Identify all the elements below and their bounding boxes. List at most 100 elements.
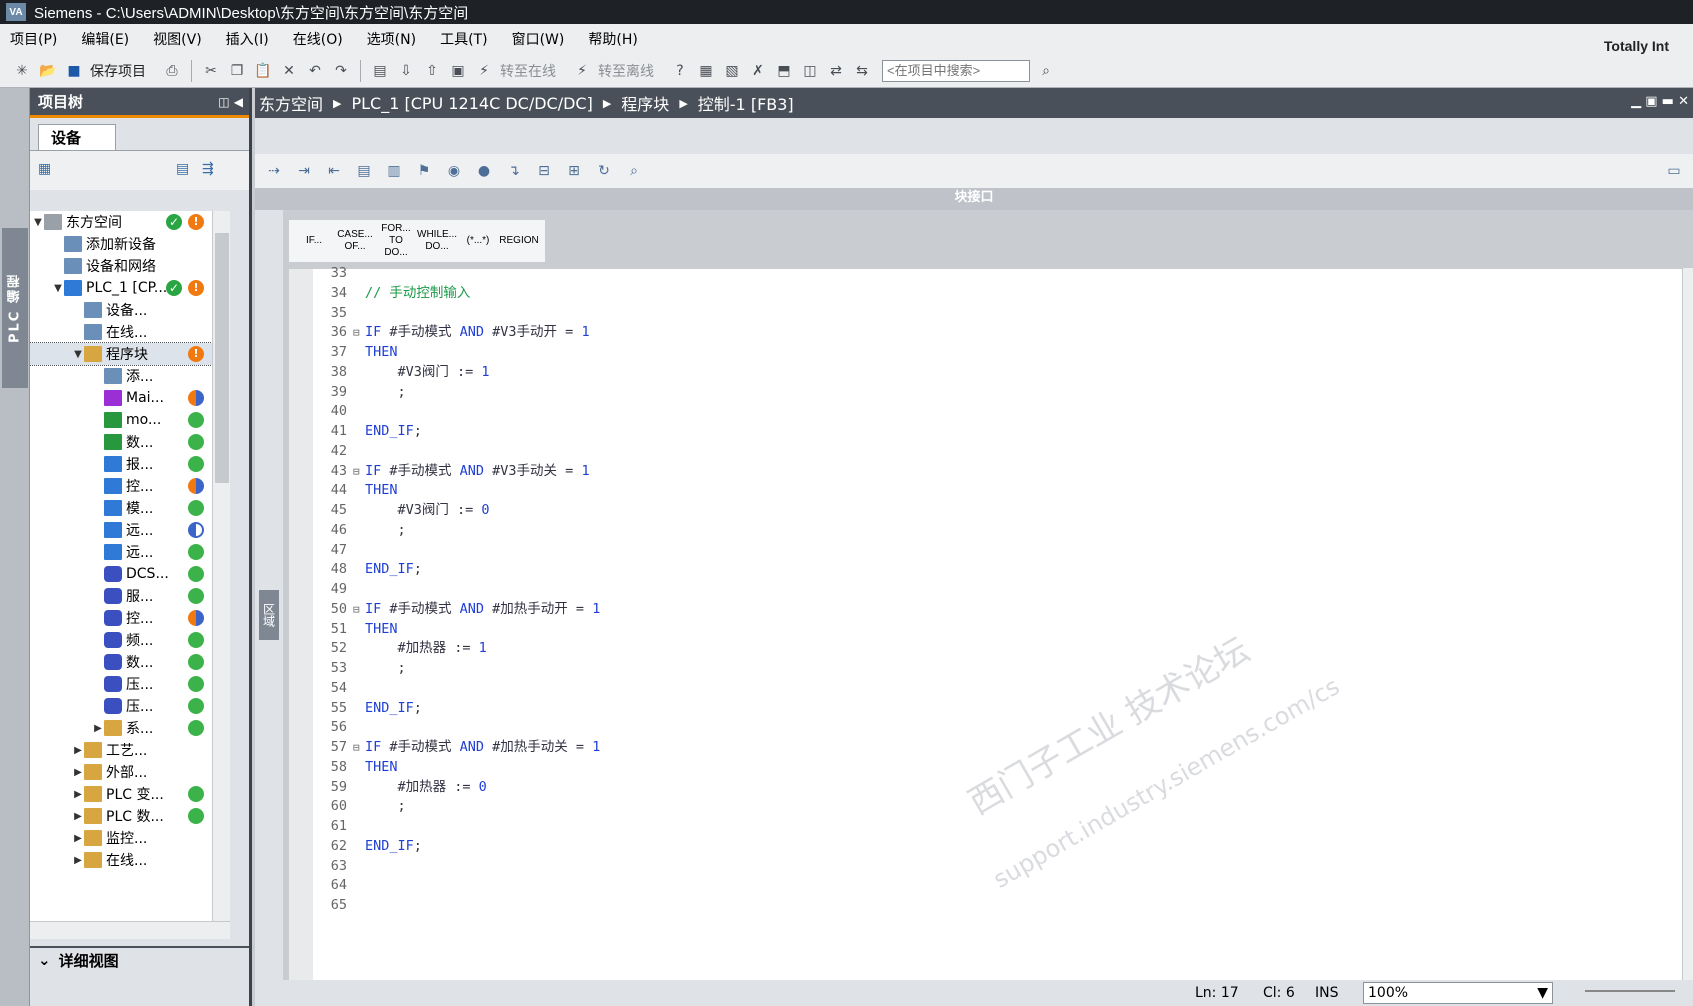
code-line[interactable]: 56: [313, 717, 365, 738]
code-line[interactable]: 57 ⊟ IF #手动模式 AND #加热手动关 = 1: [313, 737, 601, 758]
tree-item[interactable]: ▶ 外部...: [30, 761, 230, 783]
bookmark-icon[interactable]: ⚑: [413, 160, 435, 182]
detail-view-header[interactable]: ⌄ 详细视图: [30, 946, 249, 972]
code-line[interactable]: 62 END_IF;: [313, 836, 422, 857]
code-line[interactable]: 39 ;: [313, 382, 406, 403]
tree-item[interactable]: ▶ 系...: [30, 717, 230, 739]
code-line[interactable]: 43 ⊟ IF #手动模式 AND #V3手动关 = 1: [313, 461, 590, 482]
devices-tab[interactable]: 设备: [38, 124, 116, 150]
indent-icon[interactable]: ⇥: [293, 160, 315, 182]
compile-icon[interactable]: ▤: [370, 61, 390, 81]
menu-insert[interactable]: 插入(I): [226, 29, 269, 49]
save-icon[interactable]: ■: [64, 61, 84, 81]
code-line[interactable]: 50 ⊟ IF #手动模式 AND #加热手动开 = 1: [313, 599, 601, 620]
zoom-slider[interactable]: [1585, 990, 1675, 992]
compare-icon[interactable]: ⇄: [826, 61, 846, 81]
copy-icon[interactable]: ❐: [227, 61, 247, 81]
tree-add-icon[interactable]: ▦: [38, 161, 58, 181]
tree-item[interactable]: 频...: [30, 629, 230, 651]
code-line[interactable]: 59 #加热器 := 0: [313, 777, 487, 798]
cut-icon[interactable]: ✂: [201, 61, 221, 81]
tree-item[interactable]: 远...: [30, 541, 230, 563]
breadcrumb-plc[interactable]: PLC_1 [CPU 1214C DC/DC/DC]: [351, 94, 592, 113]
monitor-icon[interactable]: ◉: [443, 160, 465, 182]
code-line[interactable]: 55 END_IF;: [313, 698, 422, 719]
editor-vertical-scrollbar[interactable]: [1682, 268, 1693, 980]
breakpoint-icon[interactable]: ●: [473, 160, 495, 182]
collapsed-arrow-icon[interactable]: ▶: [72, 789, 84, 800]
tree-item[interactable]: 设备...: [30, 299, 230, 321]
accessible-devices-icon[interactable]: ?: [670, 61, 690, 81]
unfold-icon[interactable]: ⊞: [563, 160, 585, 182]
go-online-icon[interactable]: ⚡: [474, 61, 494, 81]
code-line[interactable]: 63: [313, 856, 365, 877]
snippet-case[interactable]: CASE... OF...: [336, 223, 374, 259]
uncomment-icon[interactable]: ▥: [383, 160, 405, 182]
tree-item[interactable]: 控...: [30, 607, 230, 629]
code-line[interactable]: 35: [313, 303, 365, 324]
menu-project[interactable]: 项目(P): [10, 29, 57, 49]
menu-help[interactable]: 帮助(H): [588, 29, 637, 49]
outdent-icon[interactable]: ⇤: [323, 160, 345, 182]
paste-icon[interactable]: 📋: [253, 61, 273, 81]
tree-item[interactable]: 添...: [30, 365, 230, 387]
download-icon[interactable]: ⇩: [396, 61, 416, 81]
fold-toggle-icon[interactable]: ⊟: [353, 461, 365, 482]
tree-item[interactable]: 报...: [30, 453, 230, 475]
window-controls[interactable]: ▁ ▣ ▬ ✕: [1631, 94, 1689, 109]
code-line[interactable]: 51 THEN: [313, 619, 398, 640]
tree-horizontal-scrollbar[interactable]: [30, 921, 230, 939]
block-interface-bar[interactable]: 块接口: [255, 188, 1693, 210]
expanded-arrow-icon[interactable]: ▼: [52, 283, 64, 294]
tree-view-overview-icon[interactable]: ⇶: [202, 161, 222, 181]
code-line[interactable]: 49: [313, 579, 365, 600]
collapsed-arrow-icon[interactable]: ▶: [92, 723, 104, 734]
tree-item[interactable]: 数...: [30, 431, 230, 453]
collapsed-arrow-icon[interactable]: ▶: [72, 811, 84, 822]
project-search-input[interactable]: [882, 59, 1030, 82]
zoom-select[interactable]: 100% ▼: [1363, 982, 1553, 1004]
code-line[interactable]: 58 THEN: [313, 757, 398, 778]
code-line[interactable]: 60 ;: [313, 796, 406, 817]
cross-reference-icon[interactable]: ✗: [748, 61, 768, 81]
expanded-arrow-icon[interactable]: ▼: [32, 217, 44, 228]
find-icon[interactable]: ⌕: [623, 160, 645, 182]
collapse-panel-icon[interactable]: ◫ ◀: [218, 95, 243, 109]
collapsed-arrow-icon[interactable]: ▶: [72, 855, 84, 866]
save-project-button[interactable]: 保存项目: [90, 61, 146, 81]
code-line[interactable]: 33: [313, 263, 365, 284]
tree-item[interactable]: 数...: [30, 651, 230, 673]
simulation-icon[interactable]: ▣: [448, 61, 468, 81]
code-line[interactable]: 34 // 手动控制输入: [313, 283, 471, 304]
split-vertical-icon[interactable]: ◫: [800, 61, 820, 81]
tree-item[interactable]: 压...: [30, 695, 230, 717]
tree-item[interactable]: ▼ PLC_1 [CP... ✓!: [30, 277, 230, 299]
code-line[interactable]: 46 ;: [313, 520, 406, 541]
snippet-comment[interactable]: (*...*): [459, 223, 497, 259]
insert-network-icon[interactable]: ⇢: [263, 160, 285, 182]
code-line[interactable]: 37 THEN: [313, 342, 398, 363]
snippet-while[interactable]: WHILE... DO...: [417, 223, 457, 259]
tree-item[interactable]: 控...: [30, 475, 230, 497]
fold-icon[interactable]: ⊟: [533, 160, 555, 182]
code-line[interactable]: 61: [313, 816, 365, 837]
tree-item[interactable]: DCS...: [30, 563, 230, 585]
tree-item[interactable]: 模...: [30, 497, 230, 519]
scroll-thumb[interactable]: [215, 233, 229, 483]
tree-item[interactable]: 远...: [30, 519, 230, 541]
code-line[interactable]: 45 #V3阀门 := 0: [313, 500, 490, 521]
tree-item[interactable]: 在线...: [30, 321, 230, 343]
code-line[interactable]: 47: [313, 540, 365, 561]
breadcrumb-program-blocks[interactable]: 程序块: [621, 91, 669, 115]
breadcrumb-project[interactable]: 东方空间: [259, 91, 323, 115]
code-line[interactable]: 38 #V3阀门 := 1: [313, 362, 490, 383]
tree-vertical-scrollbar[interactable]: [212, 211, 230, 921]
go-offline-icon[interactable]: ⚡: [572, 61, 592, 81]
undo-icon[interactable]: ↶: [305, 61, 325, 81]
tree-item[interactable]: ▶ 监控...: [30, 827, 230, 849]
tree-item[interactable]: ▶ 在线...: [30, 849, 230, 871]
tree-item[interactable]: ▶ PLC 数...: [30, 805, 230, 827]
tree-item[interactable]: ▶ 工艺...: [30, 739, 230, 761]
code-line[interactable]: 52 #加热器 := 1: [313, 638, 487, 659]
scl-code-editor[interactable]: 33 34 // 手动控制输入 35 36 ⊟ IF #手动模式 AND #V3手动开…: [289, 265, 1693, 981]
